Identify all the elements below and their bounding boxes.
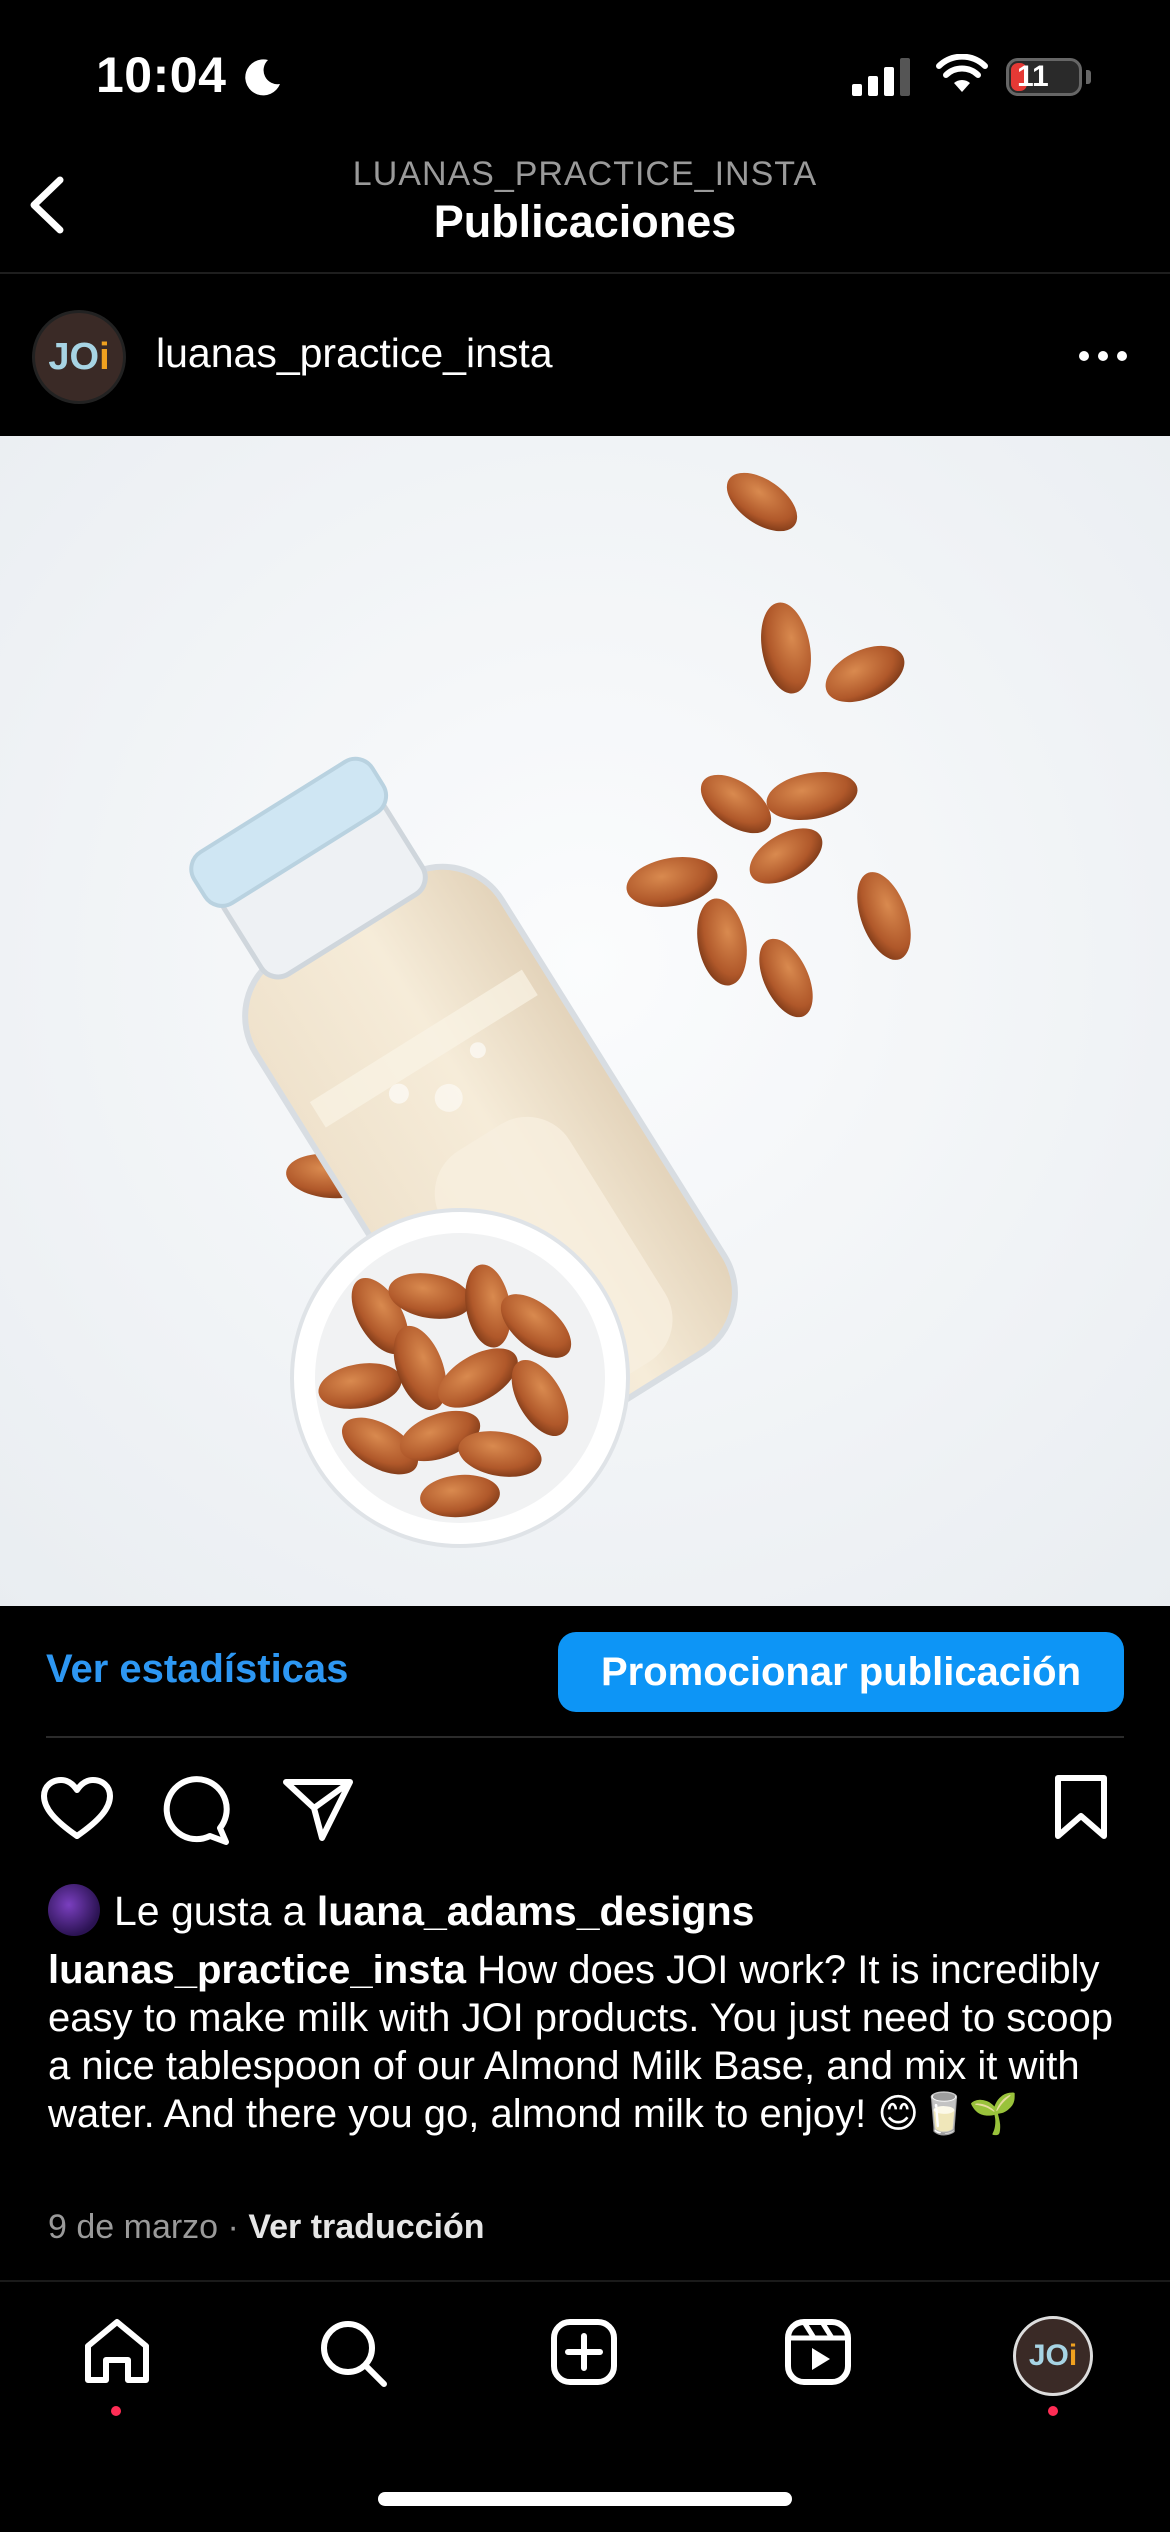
wifi-icon	[936, 54, 988, 92]
liked-by-username[interactable]: luana_adams_designs	[317, 1888, 755, 1934]
cellular-signal-icon	[852, 58, 910, 96]
header-subtitle: LUANAS_PRACTICE_INSTA	[352, 155, 818, 193]
moon-icon	[245, 59, 280, 96]
liked-by-prefix: Le gusta a	[114, 1888, 306, 1934]
status-time: 10:04	[96, 47, 227, 103]
promote-post-button[interactable]: Promocionar publicación	[558, 1632, 1124, 1712]
more-options-icon[interactable]	[1078, 350, 1128, 362]
create-post-icon[interactable]	[550, 2318, 618, 2386]
see-translation-link[interactable]: Ver traducción	[248, 2208, 484, 2246]
liker-avatar[interactable]	[48, 1884, 100, 1936]
actions-divider	[46, 1736, 1124, 1738]
home-notification-dot	[111, 2406, 121, 2416]
tabbar-divider	[0, 2280, 1170, 2282]
view-insights-link[interactable]: Ver estadísticas	[46, 1647, 348, 1692]
search-icon[interactable]	[318, 2318, 388, 2388]
liked-by-text[interactable]: Le gusta a luana_adams_designs	[114, 1888, 754, 1935]
post-date: 9 de marzo	[48, 2208, 219, 2246]
profile-logo-text: JOi	[1028, 2339, 1078, 2372]
heart-icon[interactable]	[40, 1776, 114, 1842]
post-image[interactable]	[0, 436, 1170, 1606]
caption-username[interactable]: luanas_practice_insta	[48, 1948, 466, 1992]
home-icon[interactable]	[82, 2318, 152, 2384]
bookmark-icon[interactable]	[1052, 1774, 1110, 1842]
share-icon[interactable]	[282, 1776, 354, 1842]
post-meta: 9 de marzo · Ver traducción	[48, 2208, 485, 2247]
profile-tab-avatar[interactable]: JOi	[1013, 2316, 1093, 2396]
header-divider	[0, 272, 1170, 274]
avatar-logo-text: JOi	[48, 335, 110, 378]
page-title: Publicaciones	[433, 196, 737, 247]
post-caption: luanas_practice_insta How does JOI work?…	[48, 1946, 1138, 2138]
meta-separator: ·	[227, 2208, 239, 2246]
battery-level: 11	[1017, 60, 1049, 93]
home-indicator[interactable]	[378, 2492, 792, 2506]
post-username[interactable]: luanas_practice_insta	[156, 330, 553, 377]
battery-cap	[1086, 70, 1091, 84]
comment-icon[interactable]	[162, 1776, 232, 1846]
post-author-avatar[interactable]: JOi	[32, 310, 126, 404]
profile-notification-dot	[1048, 2406, 1058, 2416]
battery-icon: 11	[1006, 58, 1082, 96]
reels-icon[interactable]	[784, 2318, 852, 2386]
